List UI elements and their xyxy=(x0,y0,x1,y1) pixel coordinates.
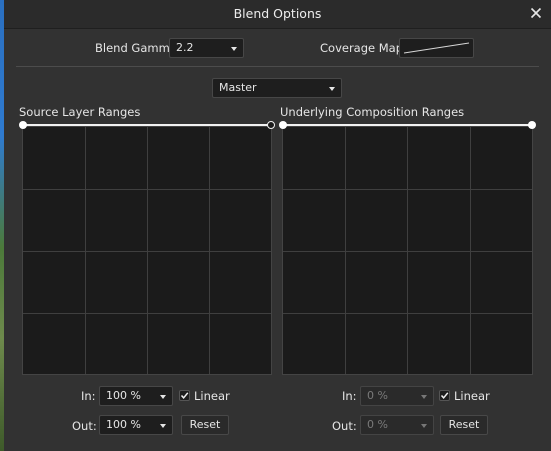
source-reset-button[interactable]: Reset xyxy=(181,415,229,435)
source-in-label: In: xyxy=(81,389,96,403)
source-linear-label: Linear xyxy=(194,389,230,403)
chevron-down-icon xyxy=(160,424,166,428)
underlying-in-value: 0 % xyxy=(367,389,388,402)
underlying-start-handle[interactable] xyxy=(279,121,287,129)
source-range-line xyxy=(23,124,271,126)
coverage-map-control[interactable] xyxy=(399,38,474,58)
close-button[interactable] xyxy=(527,4,545,22)
chevron-down-icon xyxy=(421,424,427,428)
source-end-handle[interactable] xyxy=(267,121,275,129)
source-ranges-graph[interactable] xyxy=(22,126,272,375)
coverage-map-label: Coverage Map: xyxy=(320,41,407,55)
close-icon xyxy=(530,7,542,19)
grid-line xyxy=(23,313,271,314)
underlying-out-value: 0 % xyxy=(367,418,388,431)
grid-line xyxy=(283,251,532,252)
underlying-linear-label: Linear xyxy=(454,389,490,403)
grid-line xyxy=(23,189,271,190)
underlying-ranges-graph[interactable] xyxy=(282,126,533,375)
header-divider xyxy=(16,66,539,67)
title-bar[interactable]: Blend Options xyxy=(4,0,551,29)
grid-line xyxy=(23,251,271,252)
coverage-curve-icon xyxy=(403,42,470,54)
chevron-down-icon xyxy=(421,395,427,399)
source-ranges-title: Source Layer Ranges xyxy=(19,105,141,119)
source-linear-checkbox[interactable] xyxy=(179,390,190,401)
underlying-end-handle[interactable] xyxy=(528,121,536,129)
underlying-in-select[interactable]: 0 % xyxy=(360,386,434,406)
underlying-ranges-title: Underlying Composition Ranges xyxy=(280,105,465,119)
blend-gamma-label: Blend Gamma: xyxy=(95,41,181,55)
dialog-title: Blend Options xyxy=(233,6,322,21)
checkmark-icon xyxy=(180,392,189,399)
chevron-down-icon xyxy=(329,87,335,91)
source-out-select[interactable]: 100 % xyxy=(99,415,173,435)
chevron-down-icon xyxy=(160,395,166,399)
grid-line xyxy=(283,313,532,314)
checkmark-icon xyxy=(440,392,449,399)
channel-value: Master xyxy=(219,81,257,94)
underlying-range-line xyxy=(283,124,532,126)
source-start-handle[interactable] xyxy=(19,121,27,129)
source-in-value: 100 % xyxy=(106,389,141,402)
chevron-down-icon xyxy=(231,47,237,51)
underlying-reset-button[interactable]: Reset xyxy=(440,415,488,435)
blend-gamma-select[interactable]: 2.2 xyxy=(169,38,244,58)
source-out-label: Out: xyxy=(72,419,97,433)
blend-options-dialog: Blend Options Blend Gamma: 2.2 Coverage … xyxy=(4,0,551,451)
underlying-linear-checkbox[interactable] xyxy=(439,390,450,401)
underlying-out-select[interactable]: 0 % xyxy=(360,415,434,435)
underlying-in-label: In: xyxy=(342,389,357,403)
blend-gamma-value: 2.2 xyxy=(176,41,194,54)
underlying-out-label: Out: xyxy=(332,419,357,433)
grid-line xyxy=(283,189,532,190)
source-out-value: 100 % xyxy=(106,418,141,431)
channel-select[interactable]: Master xyxy=(212,78,342,98)
source-in-select[interactable]: 100 % xyxy=(99,386,173,406)
